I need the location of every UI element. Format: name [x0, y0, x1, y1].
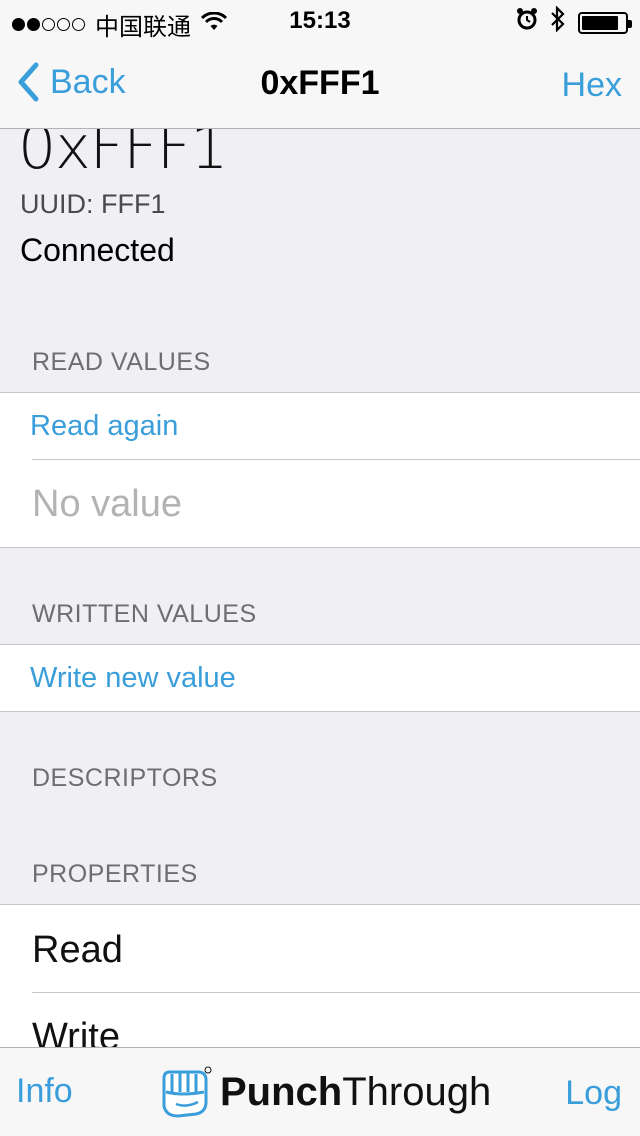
chevron-left-icon	[18, 62, 39, 102]
write-new-value-cell[interactable]: Write new value	[0, 645, 640, 711]
properties-group: Read Write	[0, 904, 640, 1047]
battery-fill	[582, 15, 618, 30]
bottom-toolbar: Info PunchThrough Log	[0, 1047, 640, 1136]
descriptors-header: DESCRIPTORS	[32, 764, 218, 792]
property-item: Read	[0, 905, 640, 992]
top-bar: 中国联通 15:13 Back 0xFFF1 Hex	[0, 0, 640, 129]
alarm-clock-icon	[516, 7, 538, 38]
properties-header: PROPERTIES	[32, 860, 198, 888]
hex-toggle-button[interactable]: Hex	[562, 66, 622, 105]
battery-icon	[578, 11, 632, 34]
read-values-header: READ VALUES	[32, 348, 211, 376]
back-button[interactable]: Back	[16, 62, 126, 102]
property-item: Write	[0, 992, 640, 1047]
log-button[interactable]: Log	[565, 1074, 622, 1113]
read-values-group: Read again No value	[0, 392, 640, 548]
logo-wordmark: PunchThrough	[220, 1070, 491, 1115]
property-label: Write	[32, 1016, 120, 1047]
status-bar: 中国联通 15:13	[0, 0, 640, 41]
read-value-text: No value	[32, 483, 182, 525]
write-new-value-button[interactable]: Write new value	[30, 662, 236, 695]
characteristic-name: 0xFFF1	[18, 129, 228, 183]
read-value-cell: No value	[0, 459, 640, 547]
read-again-button[interactable]: Read again	[30, 410, 178, 443]
back-label: Back	[50, 62, 126, 101]
navigation-bar: Back 0xFFF1 Hex	[0, 40, 640, 128]
screen: 0xFFF1 UUID: FFF1 Connected READ VALUES …	[0, 0, 640, 1136]
written-values-group: Write new value	[0, 644, 640, 712]
fist-logo-icon	[162, 1066, 212, 1118]
connection-status: Connected	[20, 232, 175, 268]
logo-wordmark-regular: Through	[342, 1069, 492, 1114]
property-label: Read	[32, 929, 123, 971]
characteristic-detail-content: 0xFFF1 UUID: FFF1 Connected READ VALUES …	[0, 129, 640, 1047]
logo-wordmark-bold: Punch	[220, 1069, 343, 1114]
read-again-cell[interactable]: Read again	[0, 393, 640, 459]
written-values-header: WRITTEN VALUES	[32, 600, 257, 628]
characteristic-uuid: UUID: FFF1	[20, 189, 166, 219]
bluetooth-icon	[550, 5, 566, 39]
punchthrough-logo: PunchThrough	[156, 1064, 491, 1120]
info-button[interactable]: Info	[16, 1072, 73, 1111]
status-right	[516, 5, 632, 39]
